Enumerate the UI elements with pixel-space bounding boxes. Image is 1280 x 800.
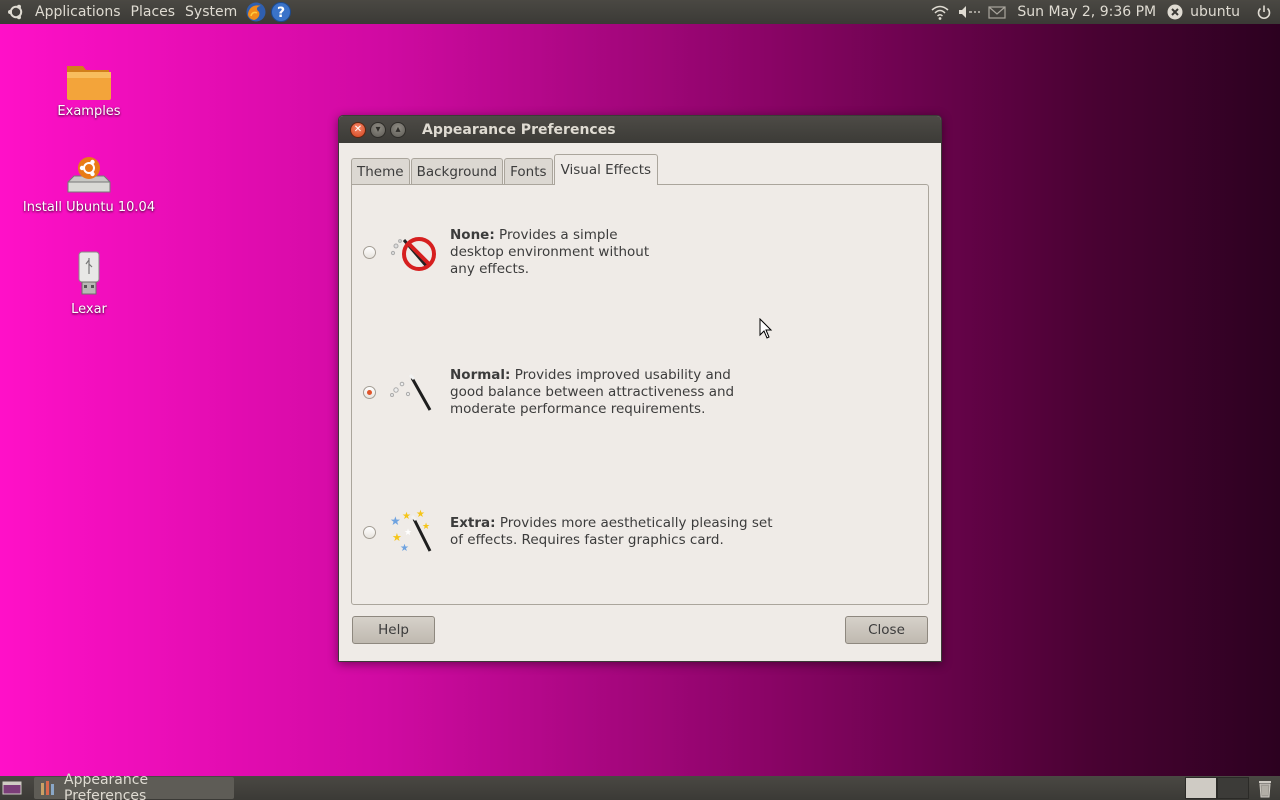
taskbar-label: Appearance Preferences [64, 772, 149, 800]
help-icon[interactable]: ? [270, 1, 292, 23]
appearance-app-icon [40, 780, 56, 796]
folder-icon [63, 50, 115, 102]
tab-bar: Theme Background Fonts Visual Effects [351, 154, 659, 185]
appearance-preferences-window: ✕ ▾ ▴ Appearance Preferences Theme Backg… [338, 115, 942, 662]
workspace-1[interactable] [1185, 777, 1217, 799]
user-name[interactable]: ubuntu [1190, 4, 1240, 20]
minimize-window-icon[interactable]: ▾ [370, 121, 386, 138]
radio-none[interactable] [363, 246, 376, 259]
option-normal: Normal: Provides improved usability and … [352, 367, 922, 418]
desktop-icon-lexar[interactable]: Lexar [14, 246, 164, 317]
svg-text:★: ★ [402, 511, 411, 522]
radio-normal[interactable] [363, 386, 376, 399]
session-icon[interactable] [1166, 0, 1184, 24]
desktop-icon-label: Lexar [71, 302, 107, 317]
option-none-name: None: [450, 227, 495, 243]
option-extra-desc-line-1: Provides more aesthetically pleasing set [495, 515, 773, 531]
magic-wand-icon [390, 373, 432, 411]
firefox-icon[interactable] [245, 1, 267, 23]
option-normal-desc-line-2: good balance between attractiveness and [450, 384, 735, 400]
radio-extra[interactable] [363, 525, 376, 539]
svg-text:★: ★ [416, 509, 425, 520]
menu-system[interactable]: System [180, 0, 242, 24]
desktop-icon-label: Examples [57, 104, 121, 119]
option-none-desc-line-2: desktop environment without [450, 244, 650, 260]
tab-theme[interactable]: Theme [351, 158, 410, 185]
window-title: Appearance Preferences [422, 121, 616, 138]
show-desktop-icon[interactable] [0, 776, 24, 800]
trash-icon[interactable] [1254, 777, 1276, 800]
no-effects-icon [390, 236, 436, 271]
option-extra-name: Extra: [450, 515, 496, 531]
menu-places[interactable]: Places [126, 0, 181, 24]
maximize-window-icon[interactable]: ▴ [390, 121, 406, 138]
option-none-desc-line-1: Provides a simple [494, 227, 618, 243]
option-none: None: Provides a simple desktop environm… [352, 227, 922, 278]
option-none-desc-line-3: any effects. [450, 261, 530, 277]
option-extra-text: Extra: Provides more aesthetically pleas… [450, 515, 773, 549]
option-none-text: None: Provides a simple desktop environm… [450, 227, 649, 278]
option-normal-text: Normal: Provides improved usability and … [450, 367, 734, 418]
mouse-pointer-icon [759, 318, 773, 339]
svg-text:★: ★ [422, 522, 430, 532]
wifi-icon[interactable] [929, 0, 951, 24]
tab-visual-effects[interactable]: Visual Effects [553, 154, 659, 185]
visual-effects-panel: None: Provides a simple desktop environm… [351, 184, 929, 605]
installer-icon [63, 146, 115, 198]
top-panel: Applications Places System ? Sun May 2, … [0, 0, 1280, 24]
close-button[interactable]: Close [845, 616, 928, 644]
volume-icon[interactable] [957, 0, 981, 24]
tab-background[interactable]: Background [410, 158, 504, 185]
ubuntu-logo-icon[interactable] [5, 1, 27, 23]
option-normal-desc-line-3: moderate performance requirements. [450, 401, 706, 417]
option-extra-desc-line-2: of effects. Requires faster graphics car… [450, 532, 724, 548]
titlebar[interactable]: ✕ ▾ ▴ Appearance Preferences [339, 116, 941, 143]
desktop-icon-label: Install Ubuntu 10.04 [22, 200, 156, 215]
menu-applications[interactable]: Applications [30, 0, 126, 24]
svg-text:★: ★ [404, 528, 412, 538]
mail-icon[interactable] [987, 0, 1007, 24]
power-icon[interactable] [1256, 0, 1272, 24]
close-window-icon[interactable]: ✕ [350, 121, 366, 138]
clock[interactable]: Sun May 2, 9:36 PM [1013, 4, 1160, 20]
help-button[interactable]: Help [352, 616, 435, 644]
tab-fonts[interactable]: Fonts [504, 158, 553, 185]
panel-indicators: Sun May 2, 9:36 PM ubuntu [929, 0, 1280, 24]
desktop-icon-examples[interactable]: Examples [14, 50, 164, 119]
option-normal-desc-line-1: Provides improved usability and [510, 367, 731, 383]
usb-drive-icon [63, 246, 115, 298]
taskbar-appearance-preferences[interactable]: Appearance Preferences [34, 772, 234, 800]
option-extra: ★ ★ ★ ★ ★ ★ ★ Extra: Provides more aesth… [352, 507, 922, 557]
option-normal-name: Normal: [450, 367, 511, 383]
workspace-2[interactable] [1217, 777, 1249, 799]
svg-text:★: ★ [400, 543, 409, 554]
desktop-icon-install-ubuntu[interactable]: Install Ubuntu 10.04 [14, 146, 164, 215]
workspace-switcher [1185, 777, 1249, 799]
magic-wand-sparkles-icon: ★ ★ ★ ★ ★ ★ ★ [390, 509, 432, 554]
svg-text:?: ? [277, 5, 285, 21]
svg-text:★: ★ [390, 514, 401, 528]
bottom-panel: Appearance Preferences [0, 772, 1280, 800]
